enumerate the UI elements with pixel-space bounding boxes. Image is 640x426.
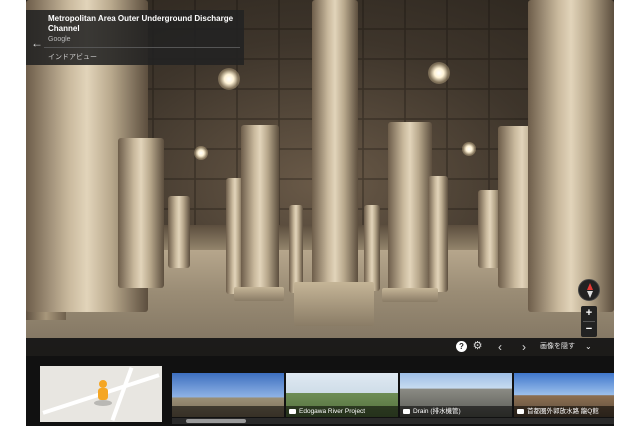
zoom-control: + − [581,306,597,337]
photo-thumbnail[interactable]: 首都圏外郭放水路 龍Q館 [514,373,614,417]
scrollbar-thumb[interactable] [186,419,246,423]
thumbnail-caption: 首都圏外郭放水路 龍Q館 [514,406,614,417]
pegman-icon [94,380,112,406]
camera-icon [289,408,296,414]
pegman-body [98,388,108,400]
pillar-base [234,287,284,301]
place-info-card: ← Metropolitan Area Outer Underground Di… [26,10,244,65]
chevron-down-icon[interactable]: ⌄ [585,338,592,356]
help-icon[interactable]: ? [456,341,467,352]
pillar [428,176,448,292]
hide-images-button[interactable]: 画像を隠す [540,338,575,356]
pillar [289,205,303,293]
camera-icon [517,408,524,414]
ceiling-light [428,62,450,84]
photo-thumbnail[interactable]: Edogawa River Project [286,373,398,417]
place-title: Metropolitan Area Outer Underground Disc… [48,14,234,33]
pillar [528,0,614,312]
minimap-thumbnail[interactable] [40,366,162,422]
thumbnail-caption: Edogawa River Project [286,406,398,417]
pillar-base [294,282,374,326]
compass-icon[interactable] [578,279,600,301]
zoom-out-button[interactable]: − [581,322,597,337]
camera-icon [403,408,410,414]
pegman-shadow [94,400,112,406]
pillar [241,125,279,297]
filmstrip-toolbar: ? ⚙ ‹ › 画像を隠す ⌄ [26,338,614,356]
filmstrip-scrollbar[interactable] [172,418,614,424]
street-view-viewport[interactable]: ← Metropolitan Area Outer Underground Di… [26,0,614,426]
pillar [364,205,380,291]
pillar-base [382,288,438,302]
pillar [388,122,432,298]
place-source[interactable]: Google [48,36,71,43]
indoor-view-link[interactable]: インドアビュー [48,52,97,62]
zoom-in-button[interactable]: + [581,306,597,321]
pillar [118,138,164,288]
prev-arrow-icon[interactable]: ‹ [492,339,508,355]
photo-thumbnail[interactable] [172,373,284,417]
pillar [168,196,190,268]
thumbnail-caption [172,406,284,417]
info-divider [44,47,240,48]
gear-icon[interactable]: ⚙ [471,340,484,353]
map-road [110,367,134,421]
ceiling-light [462,142,476,156]
filmstrip: Edogawa River Project Drain (排水機管) 首都圏外郭… [26,356,614,426]
ceiling-light [218,68,240,90]
photo-thumbnail[interactable]: Drain (排水機管) [400,373,512,417]
pillar [312,0,358,292]
pegman-head [99,380,107,388]
next-arrow-icon[interactable]: › [516,339,532,355]
back-arrow-icon[interactable]: ← [30,36,44,50]
ceiling-light [194,146,208,160]
thumbnail-caption: Drain (排水機管) [400,406,512,417]
